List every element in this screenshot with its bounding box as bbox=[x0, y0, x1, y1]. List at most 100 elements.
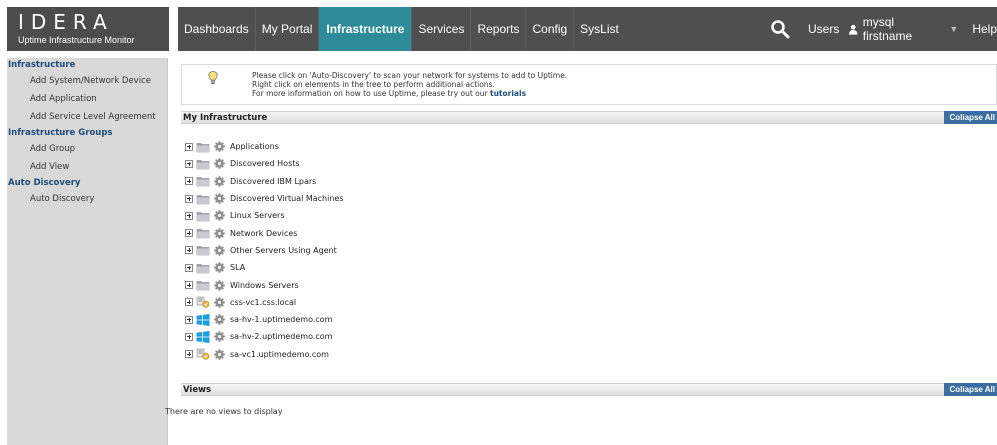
user-menu[interactable]: mysql firstname ▼ bbox=[849, 15, 958, 43]
gear-icon[interactable] bbox=[214, 348, 225, 360]
folder-icon bbox=[196, 141, 210, 153]
tree-node-label[interactable]: Discovered Hosts bbox=[230, 159, 300, 168]
expand-icon[interactable] bbox=[185, 263, 193, 272]
tree-node-label[interactable]: Other Servers Using Agent bbox=[230, 246, 337, 255]
infrastructure-tree: Applications Discovered Hosts Discovered I… bbox=[185, 138, 344, 363]
sidebar-item-add-application[interactable]: Add Application bbox=[7, 90, 167, 108]
views-collapse-all-button[interactable]: Collapse All bbox=[943, 383, 997, 396]
expand-icon[interactable] bbox=[185, 315, 193, 324]
user-name: mysql firstname bbox=[862, 15, 913, 43]
gear-icon[interactable] bbox=[214, 210, 225, 222]
tree-node[interactable]: Discovered IBM Lpars bbox=[185, 173, 344, 190]
tree-node[interactable]: sa-hv-2.uptimedemo.com bbox=[185, 328, 344, 345]
tree-node[interactable]: Windows Servers bbox=[185, 276, 344, 293]
tip-line-2: Right click on elements in the tree to p… bbox=[252, 80, 495, 89]
windows-icon bbox=[196, 330, 210, 343]
tab-reports[interactable]: Reports bbox=[471, 7, 527, 51]
tip-line-3: For more information on how to use Uptim… bbox=[252, 89, 567, 98]
tree-node[interactable]: SLA bbox=[185, 259, 344, 276]
lightbulb-icon bbox=[208, 71, 218, 85]
tree-node-label[interactable]: sa-vc1.uptimedemo.com bbox=[230, 350, 329, 359]
sidebar-item-add-service-level-agreement[interactable]: Add Service Level Agreement bbox=[7, 108, 167, 126]
help-link[interactable]: Help bbox=[972, 22, 997, 36]
tip-line-3-text: For more information on how to use Uptim… bbox=[252, 89, 488, 98]
main-content: Please click on 'Auto-Discovery' to scan… bbox=[165, 58, 997, 445]
tab-services[interactable]: Services bbox=[412, 7, 472, 51]
expand-icon[interactable] bbox=[185, 211, 193, 220]
expand-icon[interactable] bbox=[185, 332, 193, 341]
tree-node-label[interactable]: css-vc1.css.local bbox=[230, 298, 296, 307]
tab-dashboards[interactable]: Dashboards bbox=[178, 7, 256, 51]
gear-icon[interactable] bbox=[214, 158, 225, 170]
nav-tabs: Dashboards My Portal Infrastructure Service… bbox=[178, 7, 625, 51]
collapse-all-button[interactable]: Collapse All bbox=[943, 111, 997, 124]
sidebar-item-add-group[interactable]: Add Group bbox=[7, 140, 167, 158]
tree-node-label[interactable]: sa-hv-1.uptimedemo.com bbox=[230, 315, 332, 324]
windows-icon bbox=[196, 313, 210, 326]
tab-infrastructure[interactable]: Infrastructure bbox=[319, 7, 413, 51]
tree-node[interactable]: css-vc1.css.local bbox=[185, 294, 344, 311]
sidebar-section-infrastructure: Infrastructure bbox=[8, 60, 76, 70]
gear-icon[interactable] bbox=[214, 175, 225, 187]
sidebar-section-infrastructure-groups: Infrastructure Groups bbox=[8, 128, 113, 138]
tree-node-label[interactable]: Discovered IBM Lpars bbox=[230, 177, 316, 186]
search-icon[interactable] bbox=[770, 19, 790, 39]
gear-icon[interactable] bbox=[214, 279, 225, 291]
views-title: Views bbox=[183, 385, 212, 395]
tab-my-portal[interactable]: My Portal bbox=[256, 7, 320, 51]
tree-node[interactable]: Other Servers Using Agent bbox=[185, 242, 344, 259]
tree-node-label[interactable]: Discovered Virtual Machines bbox=[230, 194, 344, 203]
sidebar-section-auto-discovery: Auto Discovery bbox=[8, 178, 81, 188]
tree-node-label[interactable]: SLA bbox=[230, 263, 245, 272]
expand-icon[interactable] bbox=[185, 281, 193, 290]
sidebar-item-add-system-network-device[interactable]: Add System/Network Device bbox=[7, 72, 167, 90]
tree-node[interactable]: Network Devices bbox=[185, 224, 344, 241]
users-link[interactable]: Users bbox=[808, 22, 839, 36]
tab-syslist[interactable]: SysList bbox=[574, 7, 625, 51]
gear-icon[interactable] bbox=[214, 296, 225, 308]
folder-icon bbox=[196, 175, 210, 187]
sidebar: Infrastructure Add System/Network Device A… bbox=[7, 58, 168, 445]
tree-node[interactable]: Linux Servers bbox=[185, 207, 344, 224]
gear-icon[interactable] bbox=[214, 141, 225, 153]
tip-box: Please click on 'Auto-Discovery' to scan… bbox=[181, 64, 997, 105]
tree-node[interactable]: Discovered Virtual Machines bbox=[185, 190, 344, 207]
expand-icon[interactable] bbox=[185, 229, 193, 238]
expand-icon[interactable] bbox=[185, 246, 193, 255]
tree-node-label[interactable]: Windows Servers bbox=[230, 281, 299, 290]
tree-node-label[interactable]: Linux Servers bbox=[230, 211, 285, 220]
tree-node-label[interactable]: Applications bbox=[230, 142, 279, 151]
views-empty-message: There are no views to display bbox=[165, 407, 283, 416]
expand-icon[interactable] bbox=[185, 194, 193, 203]
tutorials-link[interactable]: tutorials bbox=[490, 89, 526, 98]
tree-node-label[interactable]: Network Devices bbox=[230, 229, 297, 238]
gear-icon[interactable] bbox=[214, 193, 225, 204]
expand-icon[interactable] bbox=[185, 350, 193, 359]
logo[interactable]: IDERA Uptime Infrastructure Monitor bbox=[7, 7, 169, 51]
gear-icon[interactable] bbox=[214, 314, 225, 326]
sidebar-item-add-view[interactable]: Add View bbox=[7, 158, 167, 176]
folder-icon bbox=[196, 244, 210, 256]
folder-icon bbox=[196, 227, 210, 239]
expand-icon[interactable] bbox=[185, 142, 193, 151]
tab-config[interactable]: Config bbox=[526, 7, 575, 51]
views-header: Views Collapse All bbox=[181, 383, 997, 396]
chevron-down-icon: ▼ bbox=[949, 24, 959, 34]
tree-node[interactable]: Applications bbox=[185, 138, 344, 155]
vcenter-icon bbox=[196, 348, 210, 360]
tree-node[interactable]: sa-vc1.uptimedemo.com bbox=[185, 346, 344, 363]
gear-icon[interactable] bbox=[214, 227, 225, 239]
logo-brand: IDERA bbox=[18, 10, 114, 34]
expand-icon[interactable] bbox=[185, 177, 193, 186]
gear-icon[interactable] bbox=[214, 331, 225, 343]
tree-node[interactable]: Discovered Hosts bbox=[185, 155, 344, 172]
expand-icon[interactable] bbox=[185, 298, 193, 307]
nav-user-area: Users mysql firstname ▼ Help bbox=[798, 7, 997, 51]
gear-icon[interactable] bbox=[214, 262, 225, 274]
folder-icon bbox=[196, 193, 210, 205]
tree-node-label[interactable]: sa-hv-2.uptimedemo.com bbox=[230, 332, 332, 341]
sidebar-item-auto-discovery[interactable]: Auto Discovery bbox=[7, 190, 167, 208]
gear-icon[interactable] bbox=[214, 245, 225, 256]
expand-icon[interactable] bbox=[185, 159, 193, 168]
tree-node[interactable]: sa-hv-1.uptimedemo.com bbox=[185, 311, 344, 328]
